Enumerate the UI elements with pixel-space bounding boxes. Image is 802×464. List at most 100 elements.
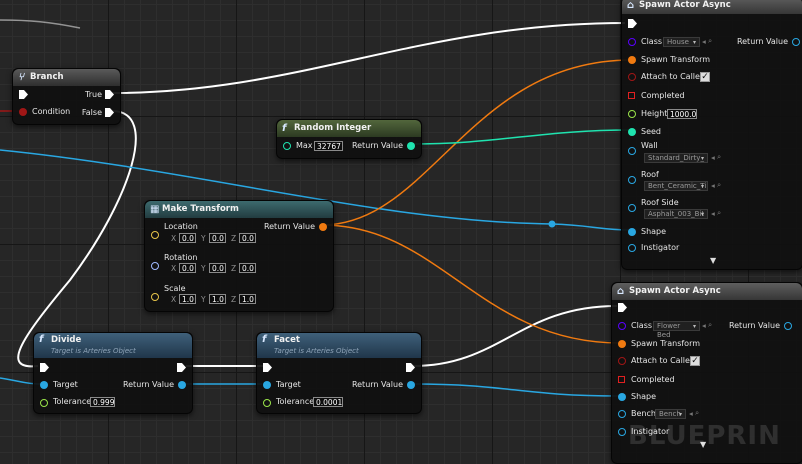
divide-exec-in-pin[interactable]: [40, 363, 49, 372]
use-selected-icon[interactable]: ◂: [711, 209, 715, 218]
scale-z-field[interactable]: 1.0: [239, 294, 256, 304]
rotation-x-prefix: X: [171, 264, 177, 273]
use-selected-icon[interactable]: ◂: [711, 181, 715, 190]
condition-pin[interactable]: [19, 108, 27, 116]
house-roof-value: Bent_Ceramic_Ti: [648, 182, 707, 190]
house-class-pin[interactable]: [628, 38, 636, 46]
spawn-flower-exec-in-pin[interactable]: [618, 303, 627, 312]
use-selected-icon[interactable]: ◂: [702, 321, 706, 330]
facet-tolerance-pin[interactable]: [263, 399, 271, 407]
divide-title: Divide: [51, 335, 82, 345]
divide-return-pin[interactable]: [178, 381, 186, 389]
house-return-pin[interactable]: [792, 38, 800, 46]
flower-return-pin[interactable]: [784, 322, 792, 330]
random-return-pin[interactable]: [407, 142, 415, 150]
rotation-pin[interactable]: [151, 262, 159, 270]
flower-class-dropdown[interactable]: Flower Bed ▾: [653, 321, 700, 339]
facet-exec-in-pin[interactable]: [263, 363, 272, 372]
false-exec-pin[interactable]: [105, 108, 114, 117]
flower-class-pin[interactable]: [618, 322, 626, 330]
house-height-pin[interactable]: [628, 110, 636, 118]
house-spawn-transform-pin[interactable]: [628, 56, 636, 64]
house-instigator-pin[interactable]: [628, 244, 636, 252]
spawn-actor-house-node[interactable]: ⌂ Spawn Actor Async Class House ▾ ◂ ⌕ Re…: [621, 0, 802, 270]
chevron-down-icon: ▾: [678, 411, 682, 418]
use-selected-icon[interactable]: ◂: [689, 409, 693, 418]
flower-attach-pin[interactable]: [618, 357, 626, 365]
spawn-house-header[interactable]: ⌂ Spawn Actor Async: [622, 0, 802, 14]
use-selected-icon[interactable]: ◂: [702, 37, 706, 46]
facet-tolerance-field[interactable]: 0.0001: [313, 397, 343, 407]
flower-instigator-pin[interactable]: [618, 428, 626, 436]
house-shape-pin[interactable]: [628, 228, 636, 236]
random-integer-header[interactable]: f Random Integer: [277, 120, 421, 137]
flower-bench-pin[interactable]: [618, 410, 626, 418]
house-roof-pin[interactable]: [628, 176, 636, 184]
rotation-x-field[interactable]: 0.0: [179, 263, 196, 273]
divide-exec-out-pin[interactable]: [177, 363, 186, 372]
flower-completed-label: Completed: [631, 375, 675, 384]
rotation-y-field[interactable]: 0.0: [209, 263, 226, 273]
house-attach-pin[interactable]: [628, 73, 636, 81]
scale-x-field[interactable]: 1.0: [179, 294, 196, 304]
house-completed-pin[interactable]: [628, 92, 635, 99]
divide-node[interactable]: f Divide Target is Arteries Object Targe…: [33, 332, 193, 414]
search-icon[interactable]: ⌕: [717, 180, 721, 190]
house-height-field[interactable]: 1000.0: [667, 109, 697, 119]
facet-return-pin[interactable]: [407, 381, 415, 389]
flower-shape-pin[interactable]: [618, 393, 626, 401]
house-roof-dropdown[interactable]: Bent_Ceramic_Ti ▾: [644, 181, 708, 191]
rotation-z-field[interactable]: 0.0: [239, 263, 256, 273]
house-attach-checkbox[interactable]: ✓: [700, 72, 710, 82]
branch-header[interactable]: ⑂ Branch: [13, 69, 120, 86]
house-wall-pin[interactable]: [628, 147, 636, 155]
exec-in-pin[interactable]: [19, 90, 28, 99]
divide-tolerance-field[interactable]: 0.999: [90, 397, 115, 407]
divide-target-pin[interactable]: [40, 381, 48, 389]
max-pin[interactable]: [283, 142, 291, 150]
search-icon[interactable]: ⌕: [717, 152, 721, 162]
house-class-dropdown[interactable]: House ▾: [663, 37, 700, 47]
location-y-field[interactable]: 0.0: [209, 233, 226, 243]
flower-return-label: Return Value: [728, 321, 780, 330]
flower-bench-dropdown[interactable]: Bench ▾: [655, 409, 686, 419]
scale-y-field[interactable]: 1.0: [209, 294, 226, 304]
rotation-z-prefix: Z: [231, 264, 237, 273]
search-icon[interactable]: ⌕: [717, 208, 721, 218]
spawn-house-title: Spawn Actor Async: [639, 0, 731, 10]
make-transform-node[interactable]: ▦ Make Transform Return Value Location X…: [144, 200, 334, 312]
transform-return-pin[interactable]: [319, 223, 327, 231]
scale-pin[interactable]: [151, 293, 159, 301]
facet-title: Facet: [274, 335, 300, 345]
flower-spawn-transform-pin[interactable]: [618, 340, 626, 348]
house-seed-pin[interactable]: [628, 128, 636, 136]
flower-completed-pin[interactable]: [618, 376, 625, 383]
location-z-field[interactable]: 0.0: [239, 233, 256, 243]
facet-target-pin[interactable]: [263, 381, 271, 389]
search-icon[interactable]: ⌕: [708, 320, 712, 330]
random-integer-node[interactable]: f Random Integer Max 32767 Return Value: [276, 119, 422, 159]
facet-header[interactable]: f Facet Target is Arteries Object: [257, 333, 421, 358]
expand-advanced-icon[interactable]: ▼: [710, 256, 716, 265]
search-icon[interactable]: ⌕: [708, 36, 712, 46]
house-roof-side-value: Asphalt_003_Bit: [648, 210, 705, 218]
facet-exec-out-pin[interactable]: [406, 363, 415, 372]
location-pin[interactable]: [151, 231, 159, 239]
house-wall-dropdown[interactable]: Standard_Dirty_ ▾: [644, 153, 708, 163]
spawn-house-exec-in-pin[interactable]: [628, 19, 637, 28]
max-field[interactable]: 32767: [314, 141, 343, 151]
house-roof-side-dropdown[interactable]: Asphalt_003_Bit ▾: [644, 209, 708, 219]
divide-tolerance-pin[interactable]: [40, 399, 48, 407]
use-selected-icon[interactable]: ◂: [711, 153, 715, 162]
divide-header[interactable]: f Divide Target is Arteries Object: [34, 333, 192, 358]
true-exec-pin[interactable]: [105, 90, 114, 99]
search-icon[interactable]: ⌕: [695, 408, 699, 418]
flower-bench-value: Bench: [659, 410, 681, 418]
spawn-flower-header[interactable]: ⌂ Spawn Actor Async: [612, 283, 802, 300]
facet-node[interactable]: f Facet Target is Arteries Object Target…: [256, 332, 422, 414]
make-transform-header[interactable]: ▦ Make Transform: [145, 201, 333, 218]
house-roof-side-pin[interactable]: [628, 204, 636, 212]
location-x-field[interactable]: 0.0: [179, 233, 196, 243]
flower-attach-checkbox[interactable]: ✓: [690, 356, 700, 366]
branch-node[interactable]: ⑂ Branch True Condition False: [12, 68, 121, 125]
